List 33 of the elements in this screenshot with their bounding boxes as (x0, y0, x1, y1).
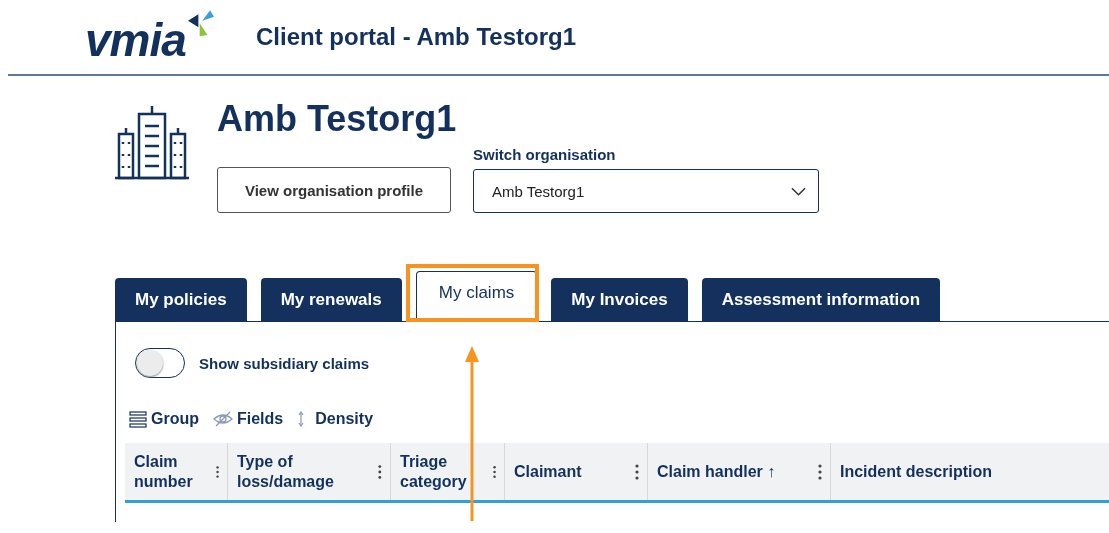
organisation-select[interactable]: Amb Testorg1 (473, 169, 819, 213)
building-icon (113, 104, 191, 180)
toolbar-button[interactable]: Fields (213, 410, 284, 428)
column-header[interactable]: Incident description (840, 461, 992, 482)
tab[interactable]: Assessment information (701, 278, 941, 321)
toggle-switch[interactable] (135, 348, 185, 378)
more-options-icon[interactable] (818, 463, 822, 480)
toolbar-button[interactable]: Density (297, 410, 374, 428)
column-header[interactable]: Claimant (514, 461, 582, 482)
tab[interactable]: My claims (415, 271, 538, 321)
eye-off-icon (213, 411, 233, 427)
tab[interactable]: My renewals (260, 278, 402, 321)
field-label: Switch organisation (473, 146, 617, 163)
more-options-icon[interactable] (378, 463, 382, 480)
more-options-icon[interactable] (635, 463, 639, 480)
tab[interactable]: My policies (115, 278, 247, 321)
column-header[interactable]: Claim handler ↑ (657, 461, 776, 482)
more-options-icon[interactable] (492, 463, 496, 480)
arrows-vertical-icon (297, 411, 306, 427)
more-options-icon[interactable] (215, 463, 219, 480)
logo-mark-icon (187, 9, 214, 39)
column-header[interactable]: Claim number (134, 451, 216, 492)
toggle-label: Show subsidiary claims (199, 354, 370, 372)
portal-title: Client portal - Amb Testorg1 (256, 23, 576, 51)
organisation-name: Amb Testorg1 (217, 98, 458, 140)
toolbar-button[interactable]: Group (129, 410, 199, 428)
column-header[interactable]: Triage category (400, 451, 493, 492)
view-profile-button[interactable]: View organisation profile (217, 167, 451, 213)
logo-text: vmia (85, 15, 186, 65)
tab[interactable]: My Invoices (551, 278, 688, 321)
rows-icon (129, 410, 147, 428)
chevron-down-icon (791, 186, 806, 196)
column-header[interactable]: Type of loss/damage (237, 451, 379, 492)
